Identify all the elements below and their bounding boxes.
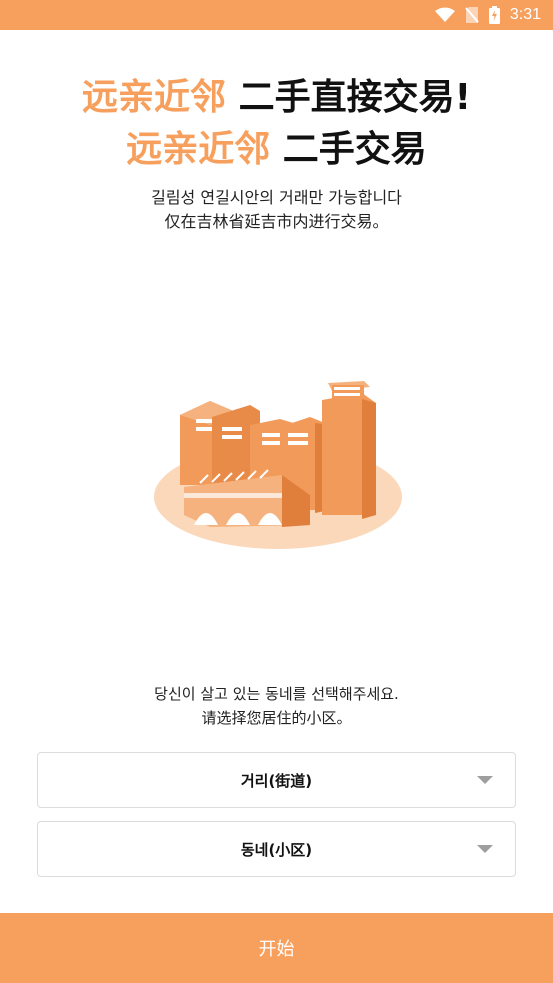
headline-text-2: 二手交易: [270, 129, 427, 170]
status-bar: 3:31: [0, 0, 553, 30]
no-sim-icon: [465, 6, 479, 24]
status-time: 3:31: [509, 6, 541, 23]
wifi-icon: [434, 7, 455, 23]
headline-line-2: 远亲近邻 二手交易: [0, 124, 553, 176]
prompt-chinese: 请选择您居住的小区。: [201, 709, 352, 727]
headline-line-1: 远亲近邻 二手直接交易!: [0, 72, 553, 124]
region-notice: 길림성 연길시안의 거래만 가능합니다 仅在吉林省延吉市内进行交易。: [0, 186, 553, 234]
city-buildings-illustration: [150, 375, 406, 555]
headline-accent-1: 远亲近邻: [82, 77, 227, 118]
prompt-korean: 당신이 살고 있는 동네를 선택해주세요.: [154, 685, 399, 703]
headline: 远亲近邻 二手直接交易! 远亲近邻 二手交易: [0, 72, 553, 176]
headline-accent-2: 远亲近邻: [126, 129, 271, 170]
headline-text-1: 二手直接交易!: [226, 77, 471, 118]
battery-charging-icon: [488, 6, 500, 24]
select-neighborhood-prompt: 당신이 살고 있는 동네를 선택해주세요. 请选择您居住的小区。: [0, 682, 553, 730]
start-button[interactable]: 开始: [0, 913, 553, 983]
chevron-down-icon: [477, 845, 493, 853]
community-select-label: 동네(小区): [240, 840, 313, 859]
region-notice-korean: 길림성 연길시안의 거래만 가능합니다: [151, 188, 402, 207]
street-select[interactable]: 거리(街道): [37, 752, 516, 808]
chevron-down-icon: [477, 776, 493, 784]
region-notice-chinese: 仅在吉林省延吉市内进行交易。: [164, 212, 389, 231]
street-select-label: 거리(街道): [240, 771, 313, 790]
community-select[interactable]: 동네(小区): [37, 821, 516, 877]
